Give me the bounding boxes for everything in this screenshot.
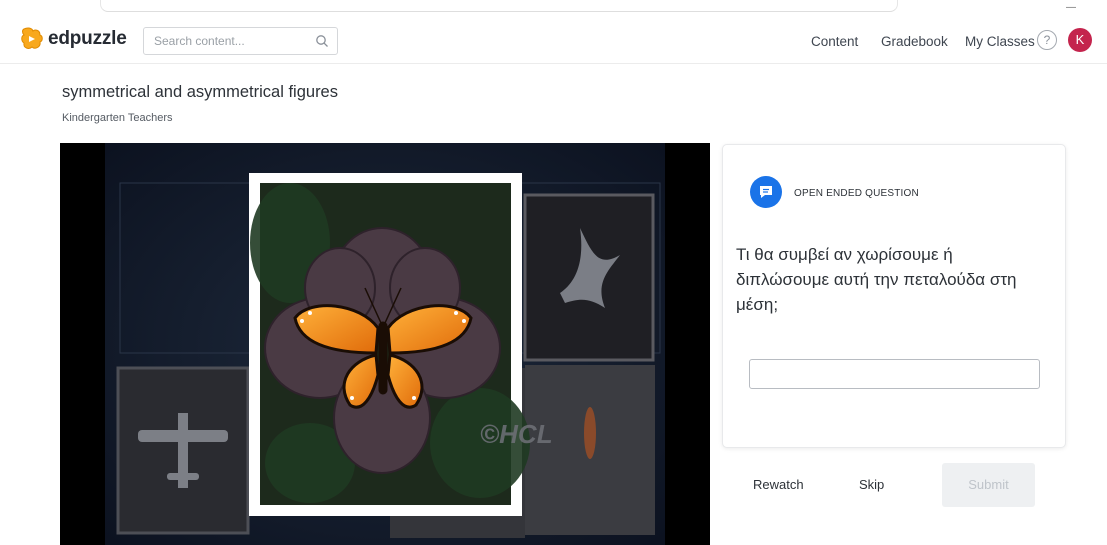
brand-logo[interactable]: edpuzzle	[20, 26, 127, 52]
nav-gradebook-link[interactable]: Gradebook	[881, 34, 948, 49]
top-navigation: edpuzzle Content Gradebook My Classes ? …	[0, 18, 1107, 64]
skip-button[interactable]: Skip	[859, 463, 884, 507]
search-icon[interactable]	[315, 34, 329, 48]
question-card: OPEN ENDED QUESTION Τι θα συμβεί αν χωρί…	[722, 144, 1066, 448]
nav-content-link[interactable]: Content	[811, 34, 858, 49]
comment-icon	[750, 176, 782, 208]
video-watermark: ©HCL	[480, 419, 553, 449]
user-avatar[interactable]: K	[1068, 28, 1092, 52]
video-frame: ©HCL	[60, 143, 710, 545]
edpuzzle-logo-icon	[21, 27, 43, 49]
nav-my-classes-link[interactable]: My Classes	[965, 34, 1035, 49]
brand-name: edpuzzle	[48, 28, 127, 49]
browser-top-strip	[100, 0, 898, 12]
lesson-title: symmetrical and asymmetrical figures	[62, 83, 338, 101]
help-icon[interactable]: ?	[1037, 30, 1057, 50]
lesson-owner: Kindergarten Teachers	[62, 112, 173, 124]
question-type-label: OPEN ENDED QUESTION	[794, 188, 919, 199]
video-player[interactable]: ©HCL	[60, 143, 710, 545]
question-text: Τι θα συμβεί αν χωρίσουμε ή διπλώσουμε α…	[736, 245, 1017, 314]
answer-input[interactable]	[749, 359, 1040, 389]
search-input[interactable]	[144, 28, 304, 54]
submit-button[interactable]: Submit	[942, 463, 1035, 507]
window-control-icon[interactable]: —	[1066, 2, 1076, 13]
rewatch-button[interactable]: Rewatch	[753, 463, 804, 507]
search-box[interactable]	[143, 27, 338, 55]
